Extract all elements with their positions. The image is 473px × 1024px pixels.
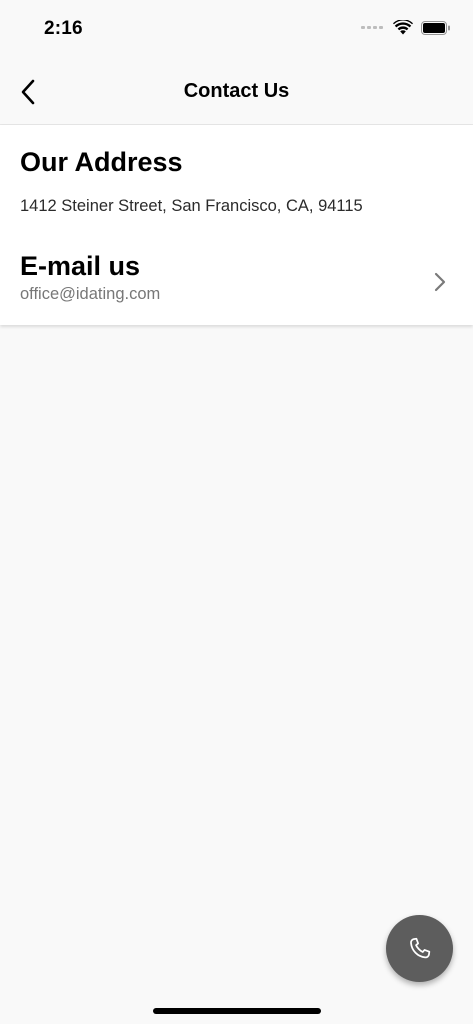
- status-time: 2:16: [44, 18, 83, 39]
- email-address: office@idating.com: [20, 285, 161, 303]
- chevron-right-icon: [434, 272, 446, 292]
- call-button[interactable]: [386, 915, 453, 982]
- email-heading: E-mail us: [20, 251, 141, 281]
- email-row[interactable]: E-mail us office@idating.com: [0, 245, 473, 315]
- address-section: Our Address 1412 Steiner Street, San Fra…: [20, 145, 453, 217]
- wifi-icon: [393, 20, 413, 35]
- status-indicators: [361, 20, 451, 35]
- address-heading: Our Address: [20, 147, 183, 177]
- address-text: 1412 Steiner Street, San Francisco, CA, …: [20, 197, 363, 215]
- email-text-block: E-mail us office@idating.com: [20, 249, 160, 305]
- phone-icon: [409, 937, 430, 958]
- navigation-bar: Contact Us: [0, 60, 473, 125]
- cellular-signal-icon: [361, 26, 383, 29]
- battery-icon: [421, 20, 450, 35]
- contact-card: Our Address 1412 Steiner Street, San Fra…: [0, 125, 473, 325]
- page-title: Contact Us: [183, 80, 290, 102]
- home-indicator: [153, 1008, 321, 1014]
- status-bar: 2:16: [0, 0, 473, 60]
